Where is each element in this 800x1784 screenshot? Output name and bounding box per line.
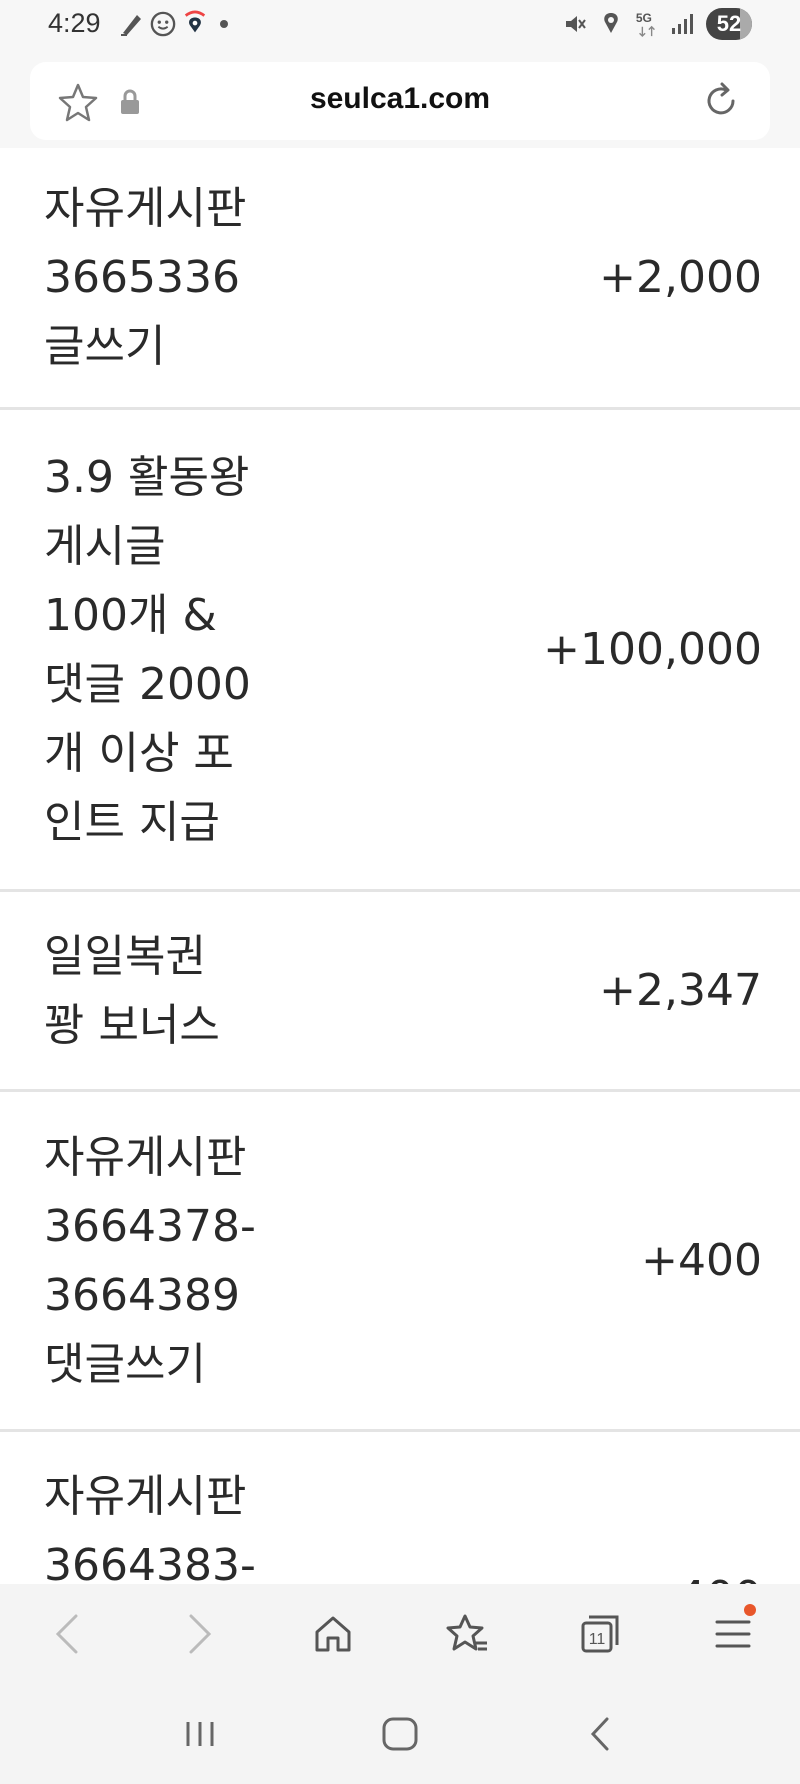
back-button[interactable] bbox=[0, 1584, 133, 1684]
more-notifications-dot bbox=[220, 20, 228, 28]
battery-icon: 52 bbox=[706, 8, 752, 40]
face-app-icon bbox=[150, 9, 176, 39]
hamburger-menu-icon bbox=[715, 1620, 751, 1648]
bookmarks-button[interactable] bbox=[400, 1584, 533, 1684]
point-amount: +400 bbox=[641, 1572, 762, 1584]
chevron-right-icon bbox=[189, 1614, 212, 1654]
browser-bottom-nav: 11 bbox=[0, 1584, 800, 1684]
tabs-button[interactable]: 11 bbox=[533, 1584, 666, 1684]
point-description: 자유게시판 3664383- bbox=[44, 1471, 256, 1584]
status-left-icons bbox=[118, 9, 228, 39]
chevron-left-icon bbox=[55, 1614, 78, 1654]
signal-icon bbox=[670, 9, 696, 39]
point-description: 일일복권 꽝 보너스 bbox=[44, 930, 220, 1051]
list-item: 자유게시판 3664378- 3664389 댓글쓰기 +400 bbox=[0, 1092, 800, 1432]
recent-apps-button[interactable] bbox=[160, 1704, 240, 1764]
list-item: 자유게시판 3665336 글쓰기 +2,000 bbox=[0, 148, 800, 410]
home-square-icon bbox=[382, 1717, 418, 1751]
menu-notification-dot bbox=[743, 1604, 756, 1616]
list-item: 3.9 활동왕 게시글 100개 & 댓글 2000 개 이상 포 인트 지급 … bbox=[0, 410, 800, 892]
menu-button[interactable] bbox=[667, 1584, 800, 1684]
home-icon bbox=[315, 1616, 351, 1652]
point-description: 3.9 활동왕 게시글 100개 & 댓글 2000 개 이상 포 인트 지급 bbox=[44, 451, 251, 848]
back-system-button[interactable] bbox=[560, 1704, 640, 1764]
point-description: 자유게시판 3665336 글쓰기 bbox=[44, 183, 247, 372]
reload-icon[interactable] bbox=[700, 80, 742, 122]
status-bar: 4:29 5G 52 bbox=[0, 0, 800, 52]
recent-apps-icon bbox=[186, 1722, 214, 1746]
point-history-list: 자유게시판 3665336 글쓰기 +2,000 3.9 활동왕 게시글 100… bbox=[0, 148, 800, 1584]
notification-pen-icon bbox=[118, 9, 144, 39]
point-amount: +400 bbox=[641, 1235, 762, 1286]
mute-icon bbox=[562, 9, 588, 39]
map-pin-app-icon bbox=[182, 9, 208, 39]
list-item: 자유게시판 3664383- +400 bbox=[0, 1432, 800, 1584]
home-system-button[interactable] bbox=[360, 1704, 440, 1764]
location-icon bbox=[598, 9, 624, 39]
forward-button[interactable] bbox=[133, 1584, 266, 1684]
tabs-icon: 11 bbox=[581, 1615, 619, 1653]
list-item: 일일복권 꽝 보너스 +2,347 bbox=[0, 892, 800, 1092]
svg-text:11: 11 bbox=[589, 1631, 606, 1648]
browser-toolbar: seulca1.com bbox=[0, 52, 800, 148]
point-description: 자유게시판 3664378- 3664389 댓글쓰기 bbox=[44, 1131, 256, 1390]
battery-level: 52 bbox=[716, 11, 742, 36]
url-text[interactable]: seulca1.com bbox=[30, 82, 770, 116]
system-nav-bar bbox=[0, 1684, 800, 1784]
status-time: 4:29 bbox=[48, 8, 101, 38]
bookmarks-star-icon bbox=[446, 1614, 487, 1651]
status-right-icons: 5G 52 bbox=[562, 8, 752, 40]
point-amount: +2,000 bbox=[599, 252, 762, 303]
point-amount: +2,347 bbox=[599, 965, 762, 1016]
address-bar[interactable]: seulca1.com bbox=[30, 62, 770, 140]
svg-text:5G: 5G bbox=[636, 11, 652, 25]
back-chevron-icon bbox=[590, 1717, 609, 1751]
home-button[interactable] bbox=[267, 1584, 400, 1684]
point-amount: +100,000 bbox=[543, 624, 762, 675]
network-5g-icon: 5G bbox=[634, 9, 660, 39]
